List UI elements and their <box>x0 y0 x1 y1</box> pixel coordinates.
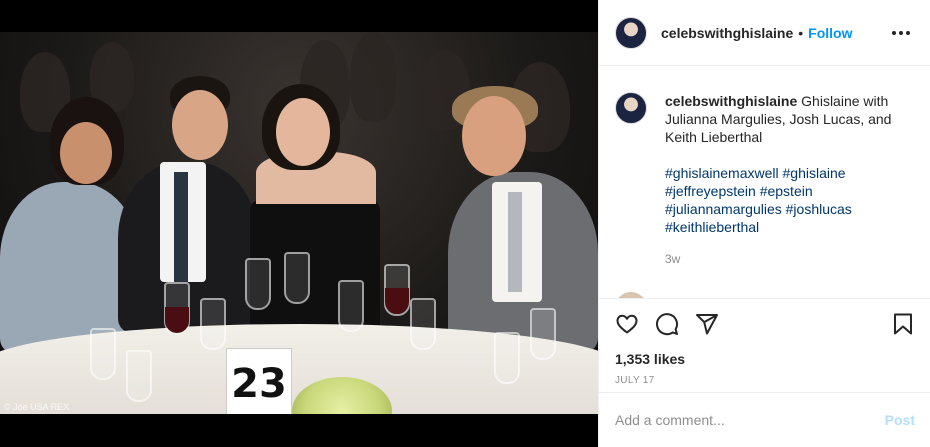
hashtag[interactable]: #jeffreyepstein <box>665 183 756 199</box>
time-ago[interactable]: 3w <box>665 250 911 268</box>
avatar[interactable] <box>615 16 647 49</box>
caption-username[interactable]: celebswithghislaine <box>665 93 797 109</box>
likes-count[interactable]: 1,353 likes <box>615 351 915 367</box>
post-photo[interactable]: 23 © Joe USA REX <box>0 32 598 414</box>
hashtag[interactable]: #keithlieberthal <box>665 219 759 235</box>
hashtag-list: #ghislainemaxwell #ghislaine #jeffreyeps… <box>665 164 911 236</box>
hashtag[interactable]: #ghislainemaxwell <box>665 165 779 181</box>
photo-credit: © Joe USA REX <box>4 402 70 412</box>
post-date[interactable]: JULY 17 <box>615 375 915 386</box>
hashtag[interactable]: #juliannamargulies <box>665 201 782 217</box>
header-username[interactable]: celebswithghislaine <box>661 25 793 41</box>
post-button[interactable]: Post <box>885 412 915 428</box>
follow-button[interactable]: Follow <box>808 25 852 41</box>
caption-avatar[interactable] <box>615 92 647 124</box>
comment-icon[interactable] <box>655 312 679 336</box>
comment-input[interactable] <box>615 412 885 428</box>
post-header: celebswithghislaine • Follow <box>599 0 930 66</box>
separator-dot: • <box>798 24 804 41</box>
post-actions: 1,353 likes JULY 17 <box>599 298 930 392</box>
table-number-card: 23 <box>226 348 292 414</box>
add-comment-bar: Post <box>599 392 930 447</box>
post-caption: celebswithghislaine Ghislaine with Julia… <box>615 92 915 268</box>
hashtag[interactable]: #ghislaine <box>783 165 846 181</box>
more-icon[interactable] <box>888 27 914 39</box>
heart-icon[interactable] <box>615 312 639 336</box>
post-side-panel: celebswithghislaine • Follow celebswithg… <box>598 0 930 447</box>
post-media: 23 © Joe USA REX <box>0 0 598 447</box>
hashtag[interactable]: #joshlucas <box>786 201 852 217</box>
hashtag[interactable]: #epstein <box>760 183 813 199</box>
bookmark-icon[interactable] <box>891 312 915 336</box>
comments-section: celebswithghislaine Ghislaine with Julia… <box>599 66 930 298</box>
share-icon[interactable] <box>695 312 719 336</box>
